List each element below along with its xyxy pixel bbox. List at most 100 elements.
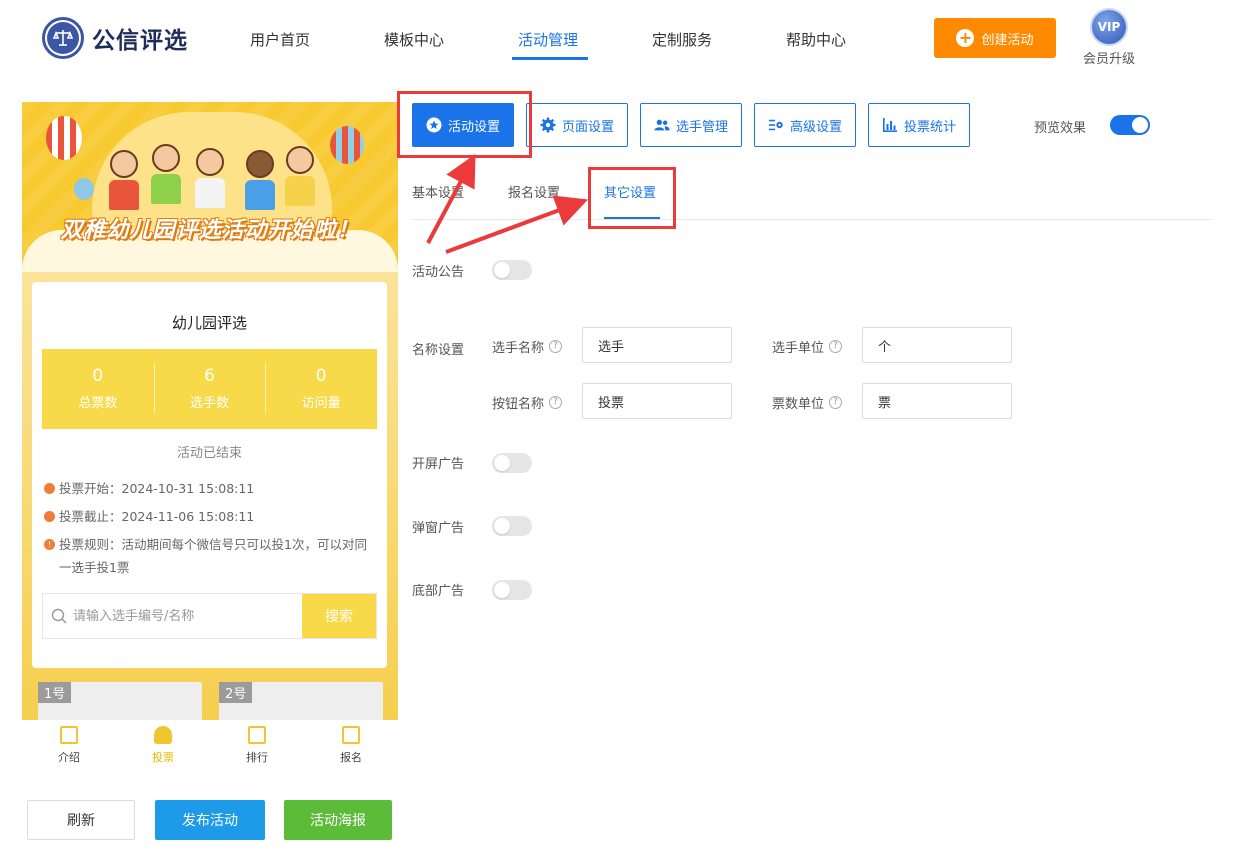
subtab-divider [412,219,1212,220]
child-illustration [108,150,140,212]
settings-sliders-icon [768,117,784,133]
tab-ranking[interactable]: 排行 [210,720,304,770]
tab-label: 投票 [152,751,174,764]
button-name-input[interactable] [582,383,732,419]
refresh-button[interactable]: 刷新 [27,800,135,840]
player-management-label: 选手管理 [675,119,728,135]
page-settings-button[interactable]: 页面设置 [526,103,628,147]
annotation-arrow [426,153,476,244]
preview-effect-toggle[interactable] [1110,115,1150,135]
tab-vote[interactable]: 投票 [116,720,210,770]
vote-end-row: 投票截止：2024-11-06 15:08:11 [44,505,369,528]
publish-activity-button[interactable]: 发布活动 [155,800,265,840]
ranking-icon [248,726,266,744]
help-question-icon[interactable]: ? [549,396,563,409]
stat-value: 6 [204,366,215,386]
player-number: 2号 [219,682,253,703]
vote-start-row: 投票开始：2024-10-31 15:08:11 [44,477,369,500]
tab-label: 排行 [246,751,268,764]
stat-label: 选手数 [190,396,230,411]
popup-ad-toggle[interactable] [492,516,532,536]
bottom-ad-label: 底部广告 [412,584,465,599]
stats-panel: 0 总票数 6 选手数 0 访问量 [42,349,377,429]
activity-notice-label: 活动公告 [412,265,465,280]
popup-ad-label: 弹窗广告 [412,521,465,536]
clock-icon [44,511,55,522]
page-settings-label: 页面设置 [561,119,614,135]
advanced-settings-button[interactable]: 高级设置 [754,103,856,147]
stat-visits: 0 访问量 [265,349,377,429]
bottom-ad-toggle[interactable] [492,580,532,600]
player-management-button[interactable]: 选手管理 [640,103,742,147]
annotation-highlight-box [397,91,532,158]
activity-notice-toggle[interactable] [492,260,532,280]
child-illustration [244,150,276,212]
vote-statistics-button[interactable]: 投票统计 [868,103,970,147]
preview-tabbar: 介绍 投票 排行 报名 [22,720,398,770]
search-input[interactable] [73,608,293,624]
help-question-icon[interactable]: ? [549,340,563,353]
help-question-icon[interactable]: ? [829,340,843,353]
player-unit-input[interactable] [862,327,1012,363]
balloon-icon [330,126,364,164]
activity-poster-button[interactable]: 活动海报 [284,800,392,840]
vip-badge-icon: VIP [1092,10,1126,44]
vote-unit-input[interactable] [862,383,1012,419]
top-header: 公信评选 用户首页 模板中心 活动管理 定制服务 帮助中心 + 创建活动 VIP… [0,0,1237,80]
users-icon [654,117,670,133]
document-icon [60,726,78,744]
tab-basic-settings[interactable]: 基本设置 [412,182,464,201]
button-name-label-text: 按钮名称 [492,397,545,412]
splash-ad-toggle[interactable] [492,453,532,473]
search-icon [51,608,67,624]
create-activity-label: 创建活动 [981,32,1034,48]
player-name-label: 选手名称 ? [492,337,563,356]
tab-label: 报名 [340,751,362,764]
tab-intro[interactable]: 介绍 [22,720,116,770]
player-number: 1号 [38,682,72,703]
member-upgrade-label: 会员升级 [1082,52,1135,67]
child-illustration [284,146,316,208]
stat-value: 0 [92,366,104,386]
button-name-label: 按钮名称 ? [492,393,563,412]
balloon-icon [46,116,82,160]
clock-icon [44,483,55,494]
nav-template-center[interactable]: 模板中心 [384,29,444,50]
search-field [43,594,302,638]
player-card[interactable]: 1号 [38,682,202,722]
player-unit-label-text: 选手单位 [772,341,825,356]
tab-signup-settings[interactable]: 报名设置 [508,182,560,201]
mobile-preview: 双稚幼儿园评选活动开始啦！ 幼儿园评选 0 总票数 6 选手数 0 访问量 活动… [22,102,398,770]
stat-player-count: 6 选手数 [153,349,266,429]
search-button[interactable]: 搜索 [302,594,376,638]
player-name-input[interactable] [582,327,732,363]
nav-activity-management[interactable]: 活动管理 [518,29,578,50]
site-logo[interactable]: 公信评选 [42,17,188,59]
nav-user-home[interactable]: 用户首页 [250,29,310,50]
child-illustration [194,148,226,210]
splash-ad-label: 开屏广告 [412,457,465,472]
vote-statistics-label: 投票统计 [903,119,956,135]
bar-chart-icon [882,117,898,133]
create-activity-button[interactable]: + 创建活动 [934,18,1056,58]
nav-custom-service[interactable]: 定制服务 [652,29,712,50]
scales-logo-icon [42,17,84,59]
member-upgrade[interactable]: VIP 会员升级 [1078,10,1140,67]
activity-title: 幼儿园评选 [171,314,247,332]
help-question-icon[interactable]: ? [829,396,843,409]
vote-unit-label: 票数单位 ? [772,393,843,412]
logo-text: 公信评选 [92,28,188,54]
stat-value: 0 [315,366,327,386]
tab-signup[interactable]: 报名 [304,720,398,770]
tab-label: 介绍 [58,751,80,764]
signup-icon [342,726,360,744]
banner-title: 双稚幼儿园评选活动开始啦！ [60,218,360,243]
advanced-settings-label: 高级设置 [789,119,842,135]
player-card[interactable]: 2号 [219,682,383,722]
activity-status: 活动已结束 [176,446,242,461]
nav-help-center[interactable]: 帮助中心 [786,29,846,50]
player-name-label-text: 选手名称 [492,341,545,356]
stat-label: 总票数 [78,396,118,411]
player-unit-label: 选手单位 ? [772,337,843,356]
annotation-arrow [445,195,589,254]
